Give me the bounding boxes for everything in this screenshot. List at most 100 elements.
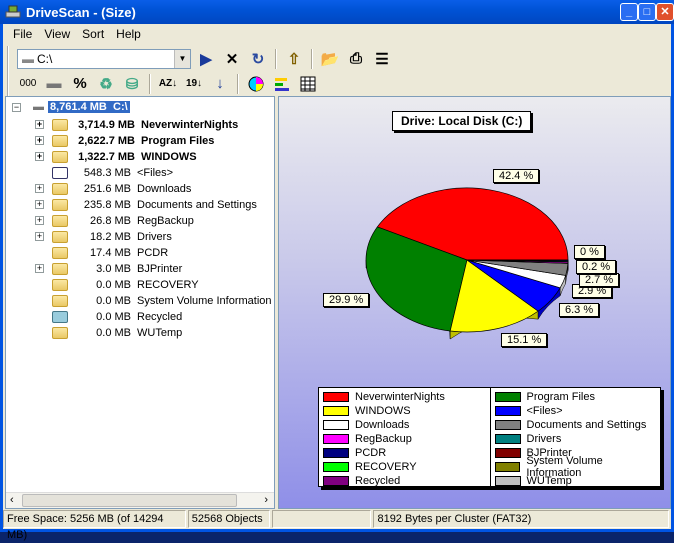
folder-icon: [52, 199, 68, 211]
drive-free-icon[interactable]: ⛁: [121, 73, 143, 95]
menu-sort[interactable]: Sort: [76, 27, 110, 41]
expand-toggle[interactable]: +: [35, 216, 44, 225]
sort-descending-icon[interactable]: ↓: [209, 73, 231, 95]
tree-item[interactable]: +251.6 MBDownloads: [52, 181, 191, 197]
drive-icon: ▬: [33, 101, 44, 113]
tree-item[interactable]: 0.0 MBRECOVERY: [52, 277, 199, 293]
expand-toggle[interactable]: +: [35, 184, 44, 193]
tree-item[interactable]: +3.0 MBBJPrinter: [52, 261, 182, 277]
bar-chart-icon[interactable]: [271, 73, 293, 95]
folder-icon: [52, 183, 68, 195]
menu-bar: File View Sort Help: [3, 24, 671, 44]
tree-item[interactable]: 0.0 MBRecycled: [52, 309, 182, 325]
legend-swatch: [323, 392, 349, 402]
expand-toggle[interactable]: +: [35, 136, 44, 145]
item-name: WINDOWS: [141, 151, 197, 163]
scan-play-icon[interactable]: ▶: [195, 48, 217, 70]
minimize-button[interactable]: _: [620, 3, 638, 21]
status-empty: [272, 510, 372, 528]
item-name: System Volume Information: [137, 295, 272, 307]
chevron-down-icon[interactable]: ▼: [174, 50, 190, 68]
tree-item[interactable]: 17.4 MBPCDR: [52, 245, 168, 261]
export-icon[interactable]: ☰: [371, 48, 393, 70]
chart-legend: NeverwinterNights WINDOWSDownloadsRegBack…: [318, 387, 661, 487]
item-name: <Files>: [137, 167, 173, 179]
sort-numeric-icon[interactable]: 19↓: [183, 73, 205, 95]
menu-help[interactable]: Help: [110, 27, 147, 41]
tree-item[interactable]: +26.8 MBRegBackup: [52, 213, 194, 229]
open-folder-icon[interactable]: 📂: [319, 48, 341, 70]
tree-item[interactable]: 0.0 MBSystem Volume Information: [52, 293, 272, 309]
tree-root[interactable]: − ▬ 8,761.4 MB C:\: [12, 99, 130, 115]
scroll-right-icon[interactable]: ›: [264, 494, 268, 506]
legend-item: Downloads: [319, 418, 490, 432]
pie-chart-icon[interactable]: [245, 73, 267, 95]
collapse-toggle[interactable]: −: [12, 103, 21, 112]
close-button[interactable]: ✕: [656, 3, 674, 21]
legend-item: RECOVERY: [319, 460, 490, 474]
folder-icon: [52, 119, 68, 131]
refresh-icon[interactable]: ↻: [247, 48, 269, 70]
folder-icon: [52, 327, 68, 339]
expand-toggle[interactable]: +: [35, 232, 44, 241]
scroll-left-icon[interactable]: ‹: [10, 494, 14, 506]
sort-alpha-icon[interactable]: AZ↓: [157, 73, 179, 95]
percent-button[interactable]: %: [69, 73, 91, 95]
item-size: 3.0 MB: [73, 263, 131, 275]
status-free-space: Free Space: 5256 MB (of 14294 MB): [3, 510, 186, 528]
scrollbar-thumb[interactable]: [22, 494, 237, 507]
folder-icon: [52, 215, 68, 227]
tree-item[interactable]: +18.2 MBDrivers: [52, 229, 172, 245]
horizontal-scrollbar[interactable]: ‹ ›: [6, 492, 274, 508]
legend-item: WINDOWS: [319, 404, 490, 418]
legend-swatch: [495, 434, 521, 444]
tree-item[interactable]: +2,622.7 MBProgram Files: [52, 133, 214, 149]
item-name: Documents and Settings: [137, 199, 257, 211]
item-name: BJPrinter: [137, 263, 182, 275]
toolbar-view: 000 ▬ % ♻ ⛁ AZ↓ 19↓ ↓: [7, 71, 319, 96]
expand-toggle[interactable]: +: [35, 152, 44, 161]
recycle-icon[interactable]: ♻: [95, 73, 117, 95]
folder-icon: [52, 231, 68, 243]
expand-toggle[interactable]: +: [35, 264, 44, 273]
legend-label: Recycled: [355, 475, 400, 487]
legend-label: WINDOWS: [355, 405, 411, 417]
item-name: RegBackup: [137, 215, 194, 227]
print-icon[interactable]: ⎙: [345, 48, 367, 70]
pie-data-label: 6.3 %: [559, 303, 599, 317]
up-folder-icon[interactable]: ⇧: [283, 48, 305, 70]
menu-file[interactable]: File: [7, 27, 38, 41]
pie-data-label: 0 %: [574, 245, 605, 259]
expand-toggle[interactable]: +: [35, 200, 44, 209]
status-cluster: 8192 Bytes per Cluster (FAT32): [373, 510, 669, 528]
legend-swatch: [323, 420, 349, 430]
item-size: 0.0 MB: [73, 279, 131, 291]
pie-data-label: 2.7 %: [579, 273, 619, 287]
chart-panel: Drive: Local Disk (C:) 42.4 %29.9 %15.1 …: [278, 96, 671, 509]
tree-item[interactable]: +3,714.9 MBNeverwinterNights: [52, 117, 238, 133]
table-view-icon[interactable]: [297, 73, 319, 95]
legend-swatch: [323, 476, 349, 486]
folder-icon: [52, 135, 68, 147]
expand-toggle[interactable]: +: [35, 120, 44, 129]
maximize-button[interactable]: □: [638, 3, 656, 21]
legend-item: NeverwinterNights: [319, 390, 490, 404]
stop-x-icon[interactable]: ✕: [221, 48, 243, 70]
separator: [149, 74, 151, 94]
legend-item: <Files>: [491, 404, 661, 418]
legend-item: Recycled: [319, 474, 490, 488]
tree-item[interactable]: 0.0 MBWUTemp: [52, 325, 182, 341]
menu-view[interactable]: View: [38, 27, 76, 41]
item-size: 548.3 MB: [73, 167, 131, 179]
files-icon: [52, 167, 68, 179]
legend-label: NeverwinterNights: [355, 391, 445, 403]
tree-item[interactable]: 548.3 MB <Files>: [52, 165, 173, 181]
legend-label: RegBackup: [355, 433, 412, 445]
path-combobox[interactable]: ▬C:\▼: [17, 49, 191, 69]
legend-swatch: [323, 448, 349, 458]
digits-button[interactable]: 000: [17, 73, 39, 95]
tree-item[interactable]: +1,322.7 MBWINDOWS: [52, 149, 197, 165]
drive-size-icon[interactable]: ▬: [43, 73, 65, 95]
tree-item[interactable]: +235.8 MBDocuments and Settings: [52, 197, 257, 213]
folder-icon: [52, 295, 68, 307]
